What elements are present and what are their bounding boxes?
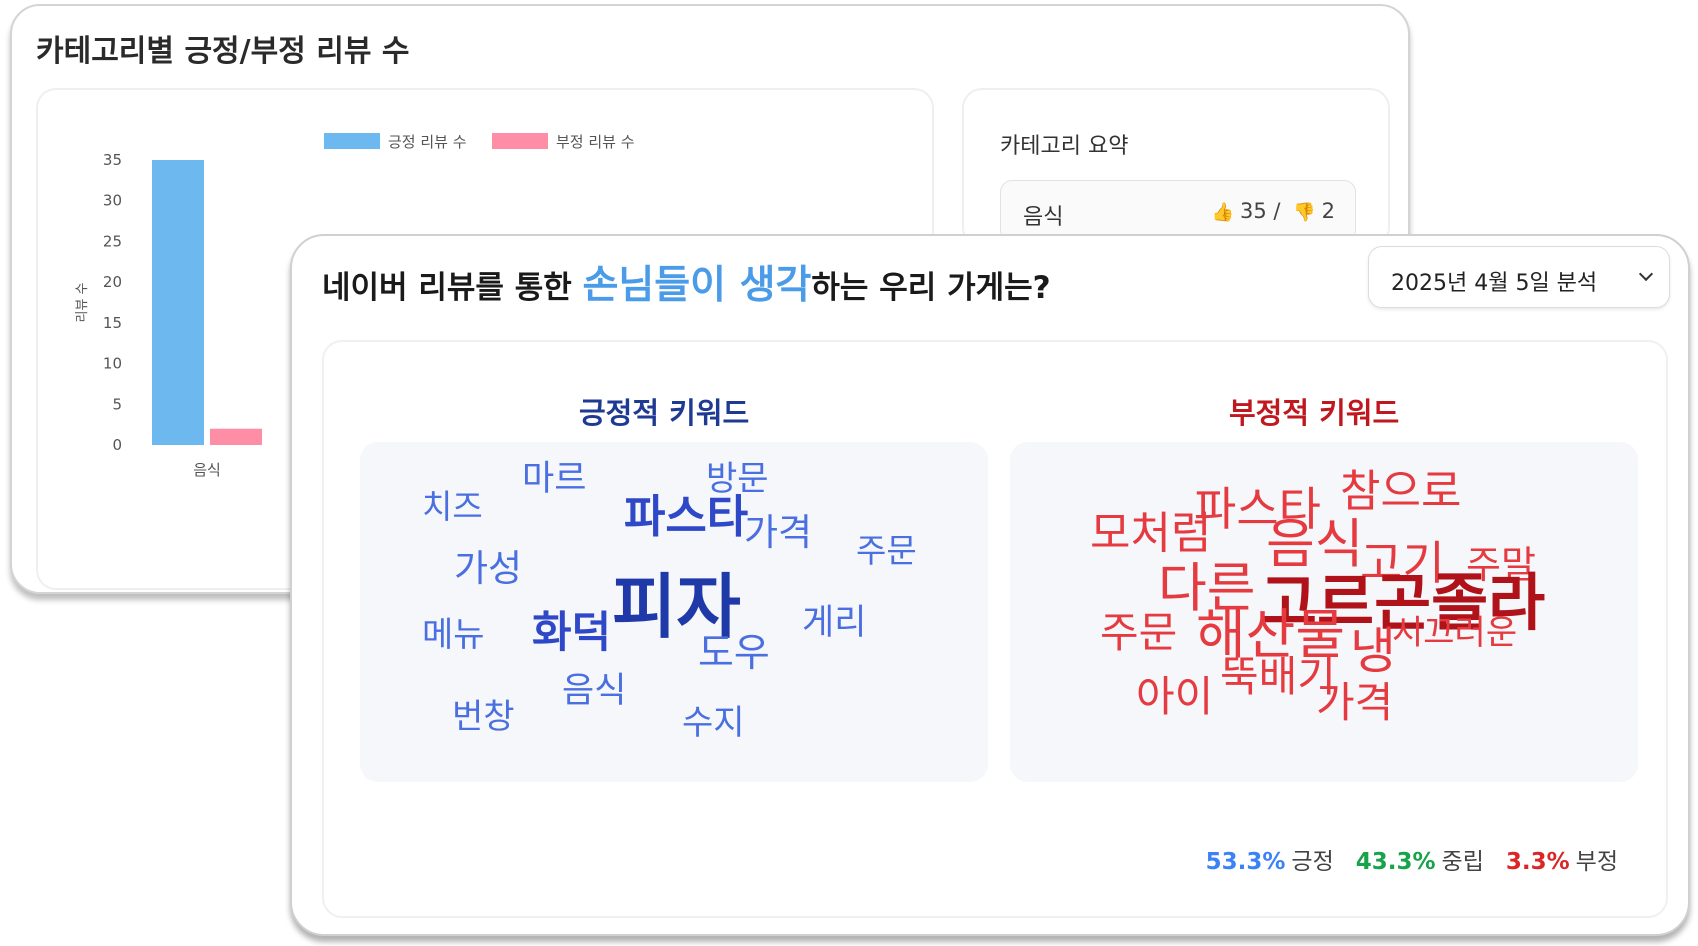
y-tick-label: 30 <box>103 192 122 210</box>
legend-swatch <box>324 133 380 149</box>
x-tick-label: 음식 <box>193 461 221 479</box>
positive-keyword: 수지 <box>682 703 745 743</box>
y-axis-label: 리뷰 수 <box>75 282 90 322</box>
keyword-analysis-card: 네이버 리뷰를 통한 손님들이 생각하는 우리 가게는? 2025년 4월 5일… <box>290 234 1690 936</box>
card-title: 카테고리별 긍정/부정 리뷰 수 <box>36 34 410 69</box>
title-prefix: 네이버 리뷰를 통한 <box>322 270 583 306</box>
negative-keyword: 모처럼 <box>1090 508 1212 559</box>
negative-keyword: 참으로 <box>1340 466 1462 517</box>
positive-keyword: 음식 <box>562 671 627 711</box>
neutral-label: 중립 <box>1441 849 1484 875</box>
positive-count: 35 / <box>1240 199 1281 223</box>
y-tick-label: 20 <box>103 273 122 291</box>
legend-swatch <box>492 133 548 149</box>
legend-label: 긍정 리뷰 수 <box>388 133 467 151</box>
negative-keyword: 냉 <box>1350 622 1396 680</box>
y-tick-label: 15 <box>103 314 122 332</box>
negative-percent: 3.3% <box>1505 849 1570 875</box>
positive-keyword: 메뉴 <box>422 615 485 655</box>
negative-count: 2 <box>1321 199 1335 223</box>
positive-word-cloud: 마르 방문 치즈 파스타 가격 주문 가성 피자 메뉴 화덕 도우 게리 음식 번창 수지 <box>360 442 988 782</box>
positive-keyword: 번창 <box>452 697 515 737</box>
positive-percent: 53.3% <box>1205 849 1286 875</box>
bar-negative <box>210 428 262 445</box>
positive-keyword-heading: 긍정적 키워드 <box>579 396 750 430</box>
negative-keyword-heading: 부정적 키워드 <box>1229 396 1400 430</box>
positive-keyword: 가격 <box>744 511 813 554</box>
negative-keyword: 아이 <box>1136 672 1214 721</box>
y-tick-label: 25 <box>103 232 122 250</box>
analysis-date-select[interactable]: 2025년 4월 5일 분석 <box>1368 246 1670 308</box>
positive-keyword: 마르 <box>522 459 587 499</box>
summary-row-food[interactable]: 음식 👍 35 / 👎 2 <box>1000 180 1356 242</box>
summary-category: 음식 <box>1023 205 1064 230</box>
title-suffix: 하는 우리 가게는? <box>811 270 1051 306</box>
positive-keyword: 주문 <box>856 531 917 570</box>
neutral-percent: 43.3% <box>1355 849 1436 875</box>
summary-counts: 👍 35 / 👎 2 <box>1212 199 1335 223</box>
analysis-date-value: 2025년 4월 5일 분석 <box>1391 271 1598 296</box>
thumbs-down-icon: 👎 <box>1293 202 1316 223</box>
negative-label: 부정 <box>1575 849 1618 875</box>
negative-word-cloud: 참으로 파스타 모처럼 음식 고기 주말 다른 고르곤졸라 주문 해산물 시끄러운 냉 뚝배기 아이 가격 <box>1010 442 1638 782</box>
positive-keyword: 게리 <box>802 603 867 643</box>
sentiment-stats: 53.3% 긍정 43.3% 중립 3.3% 부정 <box>1206 842 1618 876</box>
title-highlight: 손님들이 생각 <box>582 263 812 308</box>
y-tick-label: 0 <box>112 436 122 454</box>
positive-keyword: 치즈 <box>422 487 483 526</box>
positive-keyword: 화덕 <box>532 608 612 658</box>
legend-label: 부정 리뷰 수 <box>556 133 635 151</box>
keyword-panel: 긍정적 키워드 부정적 키워드 마르 방문 치즈 파스타 가격 주문 가성 피자 메뉴 화덕 도우 게… <box>322 340 1668 918</box>
positive-keyword: 파스타 <box>624 490 749 543</box>
positive-keyword: 도우 <box>698 631 770 676</box>
thumbs-up-icon: 👍 <box>1211 202 1235 223</box>
negative-keyword: 시끄러운 <box>1392 613 1518 653</box>
summary-title: 카테고리 요약 <box>1000 134 1129 159</box>
negative-keyword: 가격 <box>1316 678 1394 727</box>
category-summary-panel: 카테고리 요약 음식 👍 35 / 👎 2 <box>962 88 1390 248</box>
chevron-down-icon <box>1638 266 1654 282</box>
y-tick-label: 35 <box>103 151 122 169</box>
positive-label: 긍정 <box>1291 849 1334 875</box>
negative-keyword: 주문 <box>1100 608 1178 657</box>
page-title: 네이버 리뷰를 통한 손님들이 생각하는 우리 가게는? <box>322 254 1051 310</box>
negative-keyword: 음식 <box>1266 514 1364 575</box>
y-tick-label: 5 <box>112 395 122 413</box>
positive-keyword: 가성 <box>454 547 523 590</box>
bar-positive <box>152 160 204 445</box>
y-tick-label: 10 <box>103 355 122 373</box>
